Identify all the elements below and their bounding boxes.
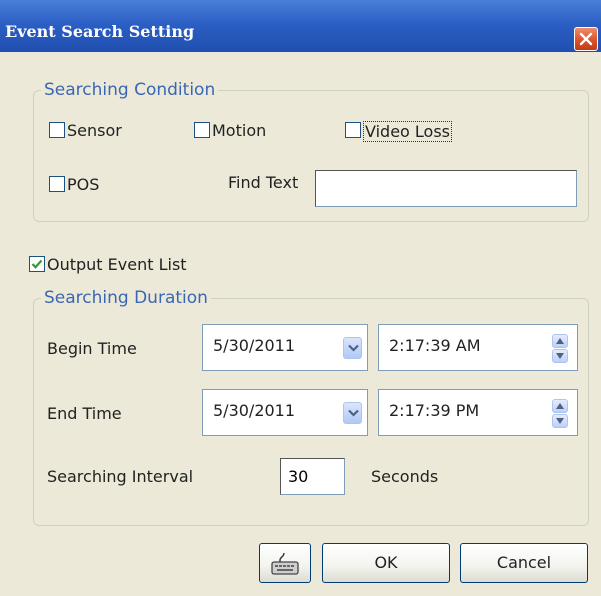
video-loss-label: Video Loss (363, 121, 453, 142)
sensor-label: Sensor (67, 121, 122, 140)
close-icon (579, 32, 593, 46)
seconds-label: Seconds (371, 467, 439, 486)
begin-date-dropdown-button[interactable] (343, 337, 362, 359)
end-time-picker[interactable]: 2:17:39 PM (378, 389, 578, 436)
output-event-list-checkbox[interactable] (29, 256, 45, 272)
end-time-spinner[interactable] (552, 399, 568, 429)
video-loss-checkbox[interactable] (345, 122, 361, 138)
spin-up-button[interactable] (552, 334, 568, 348)
chevron-up-icon (556, 403, 564, 409)
searching-interval-value: 30 (288, 467, 309, 486)
chevron-down-icon (556, 418, 564, 424)
find-text-label: Find Text (228, 173, 299, 192)
begin-time-value: 2:17:39 AM (389, 336, 481, 355)
dialog-content: Searching Condition Sensor Motion Video … (0, 52, 601, 596)
motion-label: Motion (212, 121, 267, 140)
sensor-checkbox[interactable] (49, 122, 65, 138)
title-bar: Event Search Setting (0, 0, 601, 52)
begin-date-value: 5/30/2011 (213, 336, 296, 355)
chevron-down-icon (556, 353, 564, 359)
begin-time-spinner[interactable] (552, 334, 568, 364)
end-date-picker[interactable]: 5/30/2011 (202, 389, 368, 436)
searching-duration-legend: Searching Duration (44, 288, 208, 308)
chevron-up-icon (556, 338, 564, 344)
end-time-value: 2:17:39 PM (389, 401, 480, 420)
keyboard-icon (271, 552, 299, 575)
spin-down-button[interactable] (552, 414, 568, 428)
close-button[interactable] (574, 27, 598, 51)
end-time-label: End Time (47, 404, 122, 423)
motion-checkbox[interactable] (194, 122, 210, 138)
ok-button[interactable]: OK (322, 543, 450, 583)
spin-up-button[interactable] (552, 399, 568, 413)
searching-interval-input[interactable]: 30 (280, 458, 345, 495)
searching-condition-legend: Searching Condition (44, 80, 216, 100)
checkmark-icon (31, 259, 43, 269)
searching-interval-label: Searching Interval (47, 467, 194, 486)
pos-label: POS (67, 175, 100, 194)
begin-time-label: Begin Time (47, 339, 137, 358)
find-text-input[interactable] (315, 170, 577, 207)
spin-down-button[interactable] (552, 349, 568, 363)
window-title: Event Search Setting (5, 22, 195, 41)
begin-date-picker[interactable]: 5/30/2011 (202, 324, 368, 371)
chevron-down-icon (348, 409, 359, 417)
cancel-button[interactable]: Cancel (460, 543, 588, 583)
end-date-value: 5/30/2011 (213, 401, 296, 420)
end-date-dropdown-button[interactable] (343, 402, 362, 424)
pos-checkbox[interactable] (49, 176, 65, 192)
begin-time-picker[interactable]: 2:17:39 AM (378, 324, 578, 371)
virtual-keyboard-button[interactable] (259, 543, 311, 583)
chevron-down-icon (348, 344, 359, 352)
output-event-list-label: Output Event List (47, 255, 187, 274)
